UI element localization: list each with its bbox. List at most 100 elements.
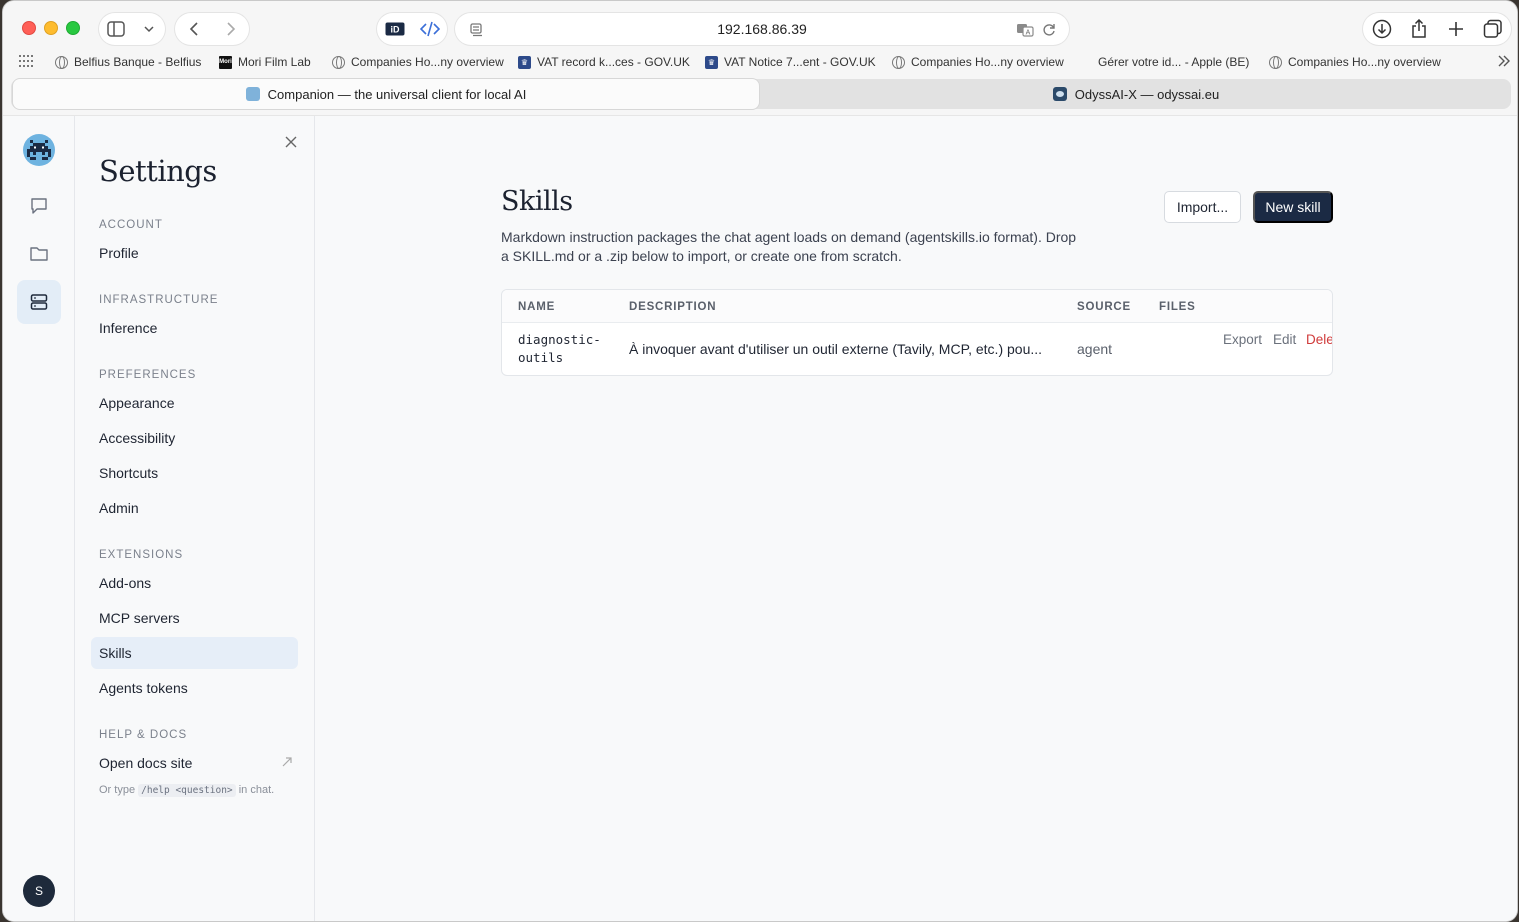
delete-link[interactable]: Dele <box>1306 332 1332 347</box>
nav-item-accessibility[interactable]: Accessibility <box>91 422 298 454</box>
nav-item-inference[interactable]: Inference <box>91 312 298 344</box>
gov-icon: ♛ <box>705 55 718 69</box>
id-extension-icon[interactable]: iD <box>381 15 409 43</box>
chevron-down-icon[interactable] <box>135 15 163 43</box>
bookmark-label: Companies Ho...ny overview <box>911 55 1064 69</box>
tab-companion[interactable]: Companion — the universal client for loc… <box>13 79 759 109</box>
nav-item-profile[interactable]: Profile <box>91 237 298 269</box>
skill-name-line: outils <box>518 350 564 365</box>
nav-item-add-ons[interactable]: Add-ons <box>91 567 298 599</box>
chat-icon[interactable] <box>17 184 61 228</box>
import-button[interactable]: Import... <box>1164 191 1241 223</box>
bookmark-item[interactable]: Mori Mori Film Lab <box>219 55 311 69</box>
settings-title: Settings <box>99 154 217 188</box>
page-description: Markdown instruction packages the chat a… <box>501 229 1077 264</box>
share-icon[interactable] <box>1405 15 1433 43</box>
server-icon[interactable] <box>17 280 61 324</box>
bookmark-item[interactable]: Belfius Banque - Belfius <box>55 55 201 69</box>
app-logo[interactable] <box>23 134 55 166</box>
nav-item-admin[interactable]: Admin <box>91 492 298 524</box>
bookmark-item[interactable]: ♛ VAT Notice 7...ent - GOV.UK <box>705 55 876 69</box>
back-icon[interactable] <box>180 15 208 43</box>
tab-bar: Companion — the universal client for loc… <box>11 79 1511 109</box>
section-label-infrastructure: INFRASTRUCTURE <box>99 294 219 306</box>
tab-overview-icon[interactable] <box>1479 15 1507 43</box>
bookmark-item[interactable]: ♛ VAT record k...ces - GOV.UK <box>518 55 690 69</box>
skills-page: Skills Markdown instruction packages the… <box>316 116 1517 921</box>
new-skill-button[interactable]: New skill <box>1253 191 1333 223</box>
tab-title: OdyssAI-X — odyssai.eu <box>1074 86 1220 102</box>
sidebar-toggle-group <box>99 13 165 45</box>
bookmark-item[interactable]: Companies Ho...ny overview <box>1269 55 1441 69</box>
apps-grid-icon[interactable] <box>19 55 33 67</box>
skill-name: diagnostic- outils <box>518 331 601 367</box>
nav-item-open-docs-site[interactable]: Open docs site <box>91 747 298 779</box>
extensions-group: iD <box>377 13 447 45</box>
reload-icon[interactable] <box>1035 16 1063 44</box>
nav-item-label: Open docs site <box>99 755 193 771</box>
app-content: S Settings ACCOUNT Profile INFRASTRUCTUR… <box>3 115 1517 921</box>
tab-title: Companion — the universal client for loc… <box>267 86 527 102</box>
section-label-preferences: PREFERENCES <box>99 369 197 381</box>
edit-link[interactable]: Edit <box>1273 332 1296 347</box>
maximize-window-button[interactable] <box>66 21 80 35</box>
nav-item-agents-tokens[interactable]: Agents tokens <box>91 672 298 704</box>
bookmark-label: Companies Ho...ny overview <box>1288 55 1441 69</box>
apple-icon <box>1079 56 1092 69</box>
address-bar[interactable]: 192.168.86.39 A <box>455 13 1069 45</box>
bookmark-item[interactable]: Gérer votre id... - Apple (BE) <box>1079 55 1249 69</box>
bookmark-label: Companies Ho...ny overview <box>351 55 504 69</box>
companion-favicon <box>245 87 260 101</box>
browser-toolbar: iD 192.168.86.39 A <box>3 1 1517 57</box>
svg-text:A: A <box>1026 30 1031 37</box>
icon-rail: S <box>3 116 75 921</box>
export-link[interactable]: Export <box>1223 332 1262 347</box>
url-text: 192.168.86.39 <box>717 21 807 37</box>
hint-prefix: Or type <box>99 784 136 796</box>
nav-item-shortcuts[interactable]: Shortcuts <box>91 457 298 489</box>
bookmark-label: VAT record k...ces - GOV.UK <box>537 55 690 69</box>
bookmark-label: Mori Film Lab <box>238 55 311 69</box>
minimize-window-button[interactable] <box>44 21 58 35</box>
column-header-name: NAME <box>518 301 556 313</box>
sidebar-icon[interactable] <box>102 15 130 43</box>
bookmark-label: VAT Notice 7...ent - GOV.UK <box>724 55 876 69</box>
new-tab-icon[interactable] <box>1442 15 1470 43</box>
history-nav-group <box>175 13 249 45</box>
globe-icon <box>332 55 345 69</box>
skill-source: agent <box>1077 341 1113 357</box>
nav-item-skills[interactable]: Skills <box>91 637 298 669</box>
browser-window: iD 192.168.86.39 A Belfius Banque - Belf… <box>2 0 1518 922</box>
svg-text:iD: iD <box>390 25 400 35</box>
help-hint: Or type /help <question> in chat. <box>99 784 274 797</box>
bookmark-label: Belfius Banque - Belfius <box>74 55 202 69</box>
close-window-button[interactable] <box>22 21 36 35</box>
skills-table: NAME DESCRIPTION SOURCE FILES diagnostic… <box>501 289 1333 376</box>
odyssai-favicon <box>1052 87 1067 101</box>
mori-icon: Mori <box>219 55 232 69</box>
bookmarks-bar: Belfius Banque - Belfius Mori Mori Film L… <box>3 51 1517 75</box>
page-title: Skills <box>501 186 573 217</box>
code-extension-icon[interactable] <box>416 15 444 43</box>
avatar[interactable]: S <box>23 875 55 907</box>
settings-sidebar: Settings ACCOUNT Profile INFRASTRUCTURE … <box>75 116 315 921</box>
nav-item-mcp-servers[interactable]: MCP servers <box>91 602 298 634</box>
close-icon[interactable] <box>281 132 301 152</box>
skill-name-line: diagnostic- <box>518 332 601 347</box>
hint-code: /help <question> <box>138 784 236 797</box>
gov-icon: ♛ <box>518 55 531 69</box>
globe-icon <box>55 55 68 69</box>
section-label-account: ACCOUNT <box>99 219 163 231</box>
folder-icon[interactable] <box>17 232 61 276</box>
external-link-icon <box>282 756 292 770</box>
window-actions-group <box>1363 13 1511 45</box>
nav-item-appearance[interactable]: Appearance <box>91 387 298 419</box>
bookmark-item[interactable]: Companies Ho...ny overview <box>332 55 504 69</box>
tab-odyssai[interactable]: OdyssAI-X — odyssai.eu <box>763 79 1509 109</box>
downloads-icon[interactable] <box>1368 15 1396 43</box>
more-bookmarks-icon[interactable] <box>1497 55 1511 67</box>
column-header-files: FILES <box>1159 301 1196 313</box>
bookmark-label: Gérer votre id... - Apple (BE) <box>1098 55 1250 69</box>
forward-icon[interactable] <box>217 15 245 43</box>
bookmark-item[interactable]: Companies Ho...ny overview <box>892 55 1064 69</box>
